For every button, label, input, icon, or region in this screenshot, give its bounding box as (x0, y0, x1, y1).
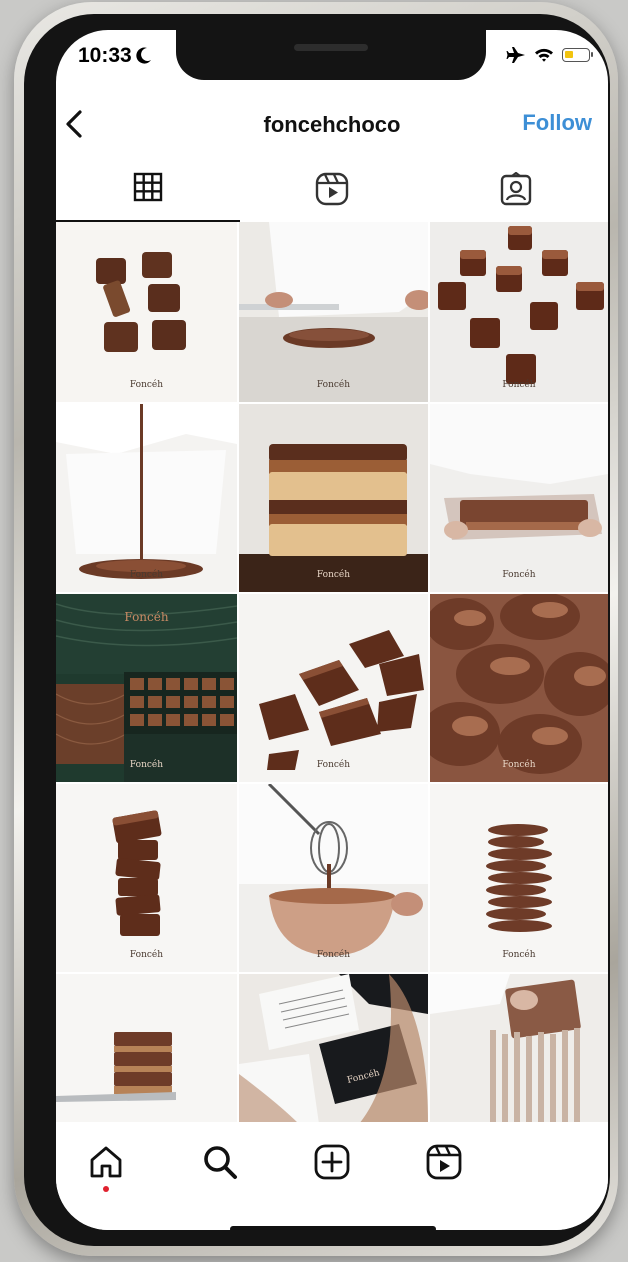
battery-icon (562, 48, 593, 62)
post-image (239, 974, 428, 1124)
tab-reels[interactable] (240, 166, 424, 222)
post-brand-label: Foncéh (129, 950, 164, 960)
grid-post[interactable]: Foncéh (430, 404, 608, 592)
bottom-navigation (56, 1122, 608, 1230)
grid-post[interactable] (430, 974, 608, 1124)
tab-grid[interactable] (56, 166, 240, 222)
grid-post[interactable]: Foncéh (430, 222, 608, 402)
grid-post[interactable]: Foncéh (239, 974, 428, 1124)
post-brand-label: Foncéh (316, 570, 351, 580)
grid-post[interactable]: Foncéh (430, 594, 608, 782)
post-image (96, 252, 186, 352)
box-brand-label: Foncéh (124, 610, 169, 624)
notch (176, 30, 486, 80)
post-image (239, 784, 428, 956)
home-notification-dot (103, 1186, 109, 1192)
home-icon[interactable] (86, 1142, 126, 1182)
profile-tabs (56, 166, 608, 222)
reels-icon (315, 172, 349, 206)
tab-tagged[interactable] (424, 166, 608, 222)
post-image (259, 630, 424, 770)
post-image (430, 404, 608, 540)
app-screen: 10:33 foncehchoco Follow Foncéh Foncéh F… (56, 30, 608, 1230)
follow-button[interactable]: Follow (522, 110, 592, 136)
post-brand-label: Foncéh (502, 760, 536, 770)
post-grid: Foncéh Foncéh Foncéh Foncéh Foncéh Foncé… (56, 222, 608, 1124)
post-brand-label: Foncéh (129, 570, 164, 580)
status-time: 10:33 (78, 44, 152, 68)
wifi-icon (535, 48, 553, 62)
post-image (56, 404, 237, 579)
grid-post[interactable]: Foncéh (239, 404, 428, 592)
post-brand-label: Foncéh (316, 760, 351, 770)
tagged-person-icon (500, 172, 532, 206)
post-image (56, 1032, 176, 1102)
post-image (239, 444, 428, 592)
post-brand-label: Foncéh (316, 950, 351, 960)
grid-post[interactable]: Foncéh (56, 222, 237, 402)
reels-icon[interactable] (424, 1142, 464, 1182)
grid-post[interactable]: Foncéh (239, 784, 428, 972)
home-indicator (230, 1226, 436, 1230)
moon-icon (136, 47, 151, 64)
grid-post[interactable]: Foncéh (430, 784, 608, 972)
grid-post[interactable]: Foncéh (239, 222, 428, 402)
grid-post[interactable]: Foncéh Foncéh (56, 594, 237, 782)
grid-post[interactable]: Foncéh (56, 784, 237, 972)
speaker (294, 44, 368, 51)
post-brand-label: Foncéh (316, 380, 351, 390)
add-post-icon[interactable] (312, 1142, 352, 1182)
post-image (430, 974, 581, 1124)
post-image (486, 824, 552, 932)
grid-post[interactable] (56, 974, 237, 1124)
grid-post[interactable]: Foncéh (239, 594, 428, 782)
time-text: 10:33 (78, 44, 132, 67)
profile-header: foncehchoco Follow (56, 102, 608, 146)
post-brand-label: Foncéh (129, 760, 164, 770)
grid-post[interactable]: Foncéh (56, 404, 237, 592)
post-image (112, 810, 162, 936)
post-image (438, 226, 604, 384)
grid-icon (133, 172, 163, 202)
airplane-icon (506, 47, 525, 63)
status-icons (506, 46, 593, 64)
post-image (239, 222, 428, 402)
post-image (430, 594, 608, 774)
post-brand-label: Foncéh (502, 950, 536, 960)
post-brand-label: Foncéh (502, 380, 536, 390)
search-icon[interactable] (200, 1142, 240, 1182)
post-brand-label: Foncéh (129, 380, 164, 390)
post-brand-label: Foncéh (502, 570, 536, 580)
